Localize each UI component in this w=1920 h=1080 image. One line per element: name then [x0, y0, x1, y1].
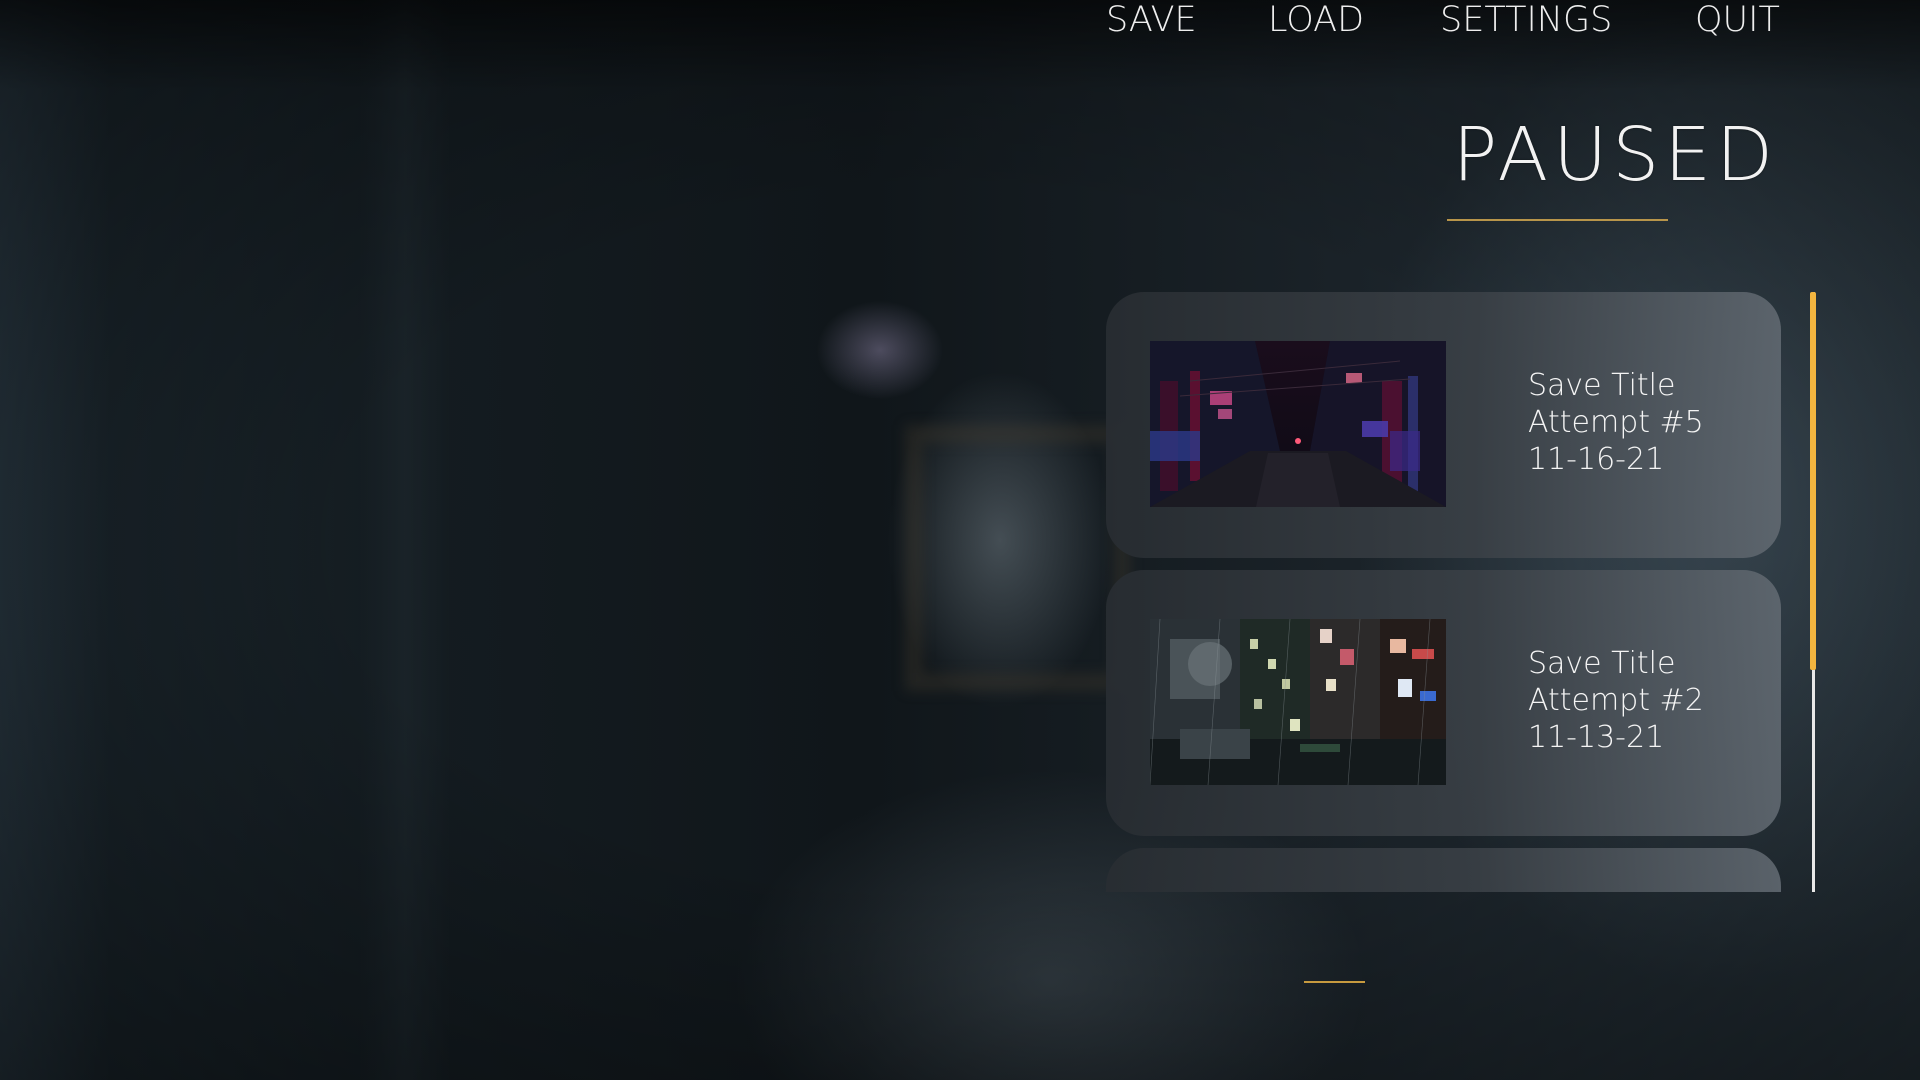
save-info: Save Title Attempt #5 11-16-21	[1528, 367, 1704, 478]
background-doorway	[905, 425, 1131, 691]
nav-settings-button[interactable]: SETTINGS	[1440, 0, 1612, 60]
background-pillar	[360, 0, 450, 1080]
save-title: Save Title	[1528, 368, 1676, 403]
paused-title: PAUSED	[1452, 112, 1778, 198]
nav-save-button[interactable]: SAVE	[1106, 0, 1197, 60]
active-tab-indicator	[1304, 981, 1365, 983]
background-pillar	[0, 0, 110, 1080]
save-thumbnail	[1150, 341, 1446, 507]
save-thumbnail	[1150, 619, 1446, 785]
save-subtitle: Attempt #5	[1528, 405, 1704, 440]
nav-load-button[interactable]: LOAD	[1268, 0, 1364, 60]
save-date: 11-13-21	[1528, 720, 1665, 755]
rainy-buildings-thumbnail-image	[1150, 619, 1446, 785]
save-date: 11-16-21	[1528, 442, 1665, 477]
background-shade	[0, 0, 1920, 90]
title-underline	[1447, 219, 1668, 221]
pause-menu-screen: PAUSED Save Title Attempt #5 11-16-21 Sa…	[0, 0, 1920, 1080]
scrollbar-thumb[interactable]	[1810, 292, 1816, 670]
save-slot-card[interactable]	[1106, 848, 1781, 892]
neon-city-thumbnail-image	[1150, 341, 1446, 507]
save-slot-card[interactable]: Save Title Attempt #5 11-16-21	[1106, 292, 1781, 558]
save-slot-list[interactable]: Save Title Attempt #5 11-16-21 Save Titl…	[1106, 292, 1781, 892]
save-subtitle: Attempt #2	[1528, 683, 1704, 718]
save-info: Save Title Attempt #2 11-13-21	[1528, 645, 1704, 756]
save-title: Save Title	[1528, 646, 1676, 681]
save-slot-card[interactable]: Save Title Attempt #2 11-13-21	[1106, 570, 1781, 836]
nav-quit-button[interactable]: QUIT	[1695, 0, 1780, 60]
